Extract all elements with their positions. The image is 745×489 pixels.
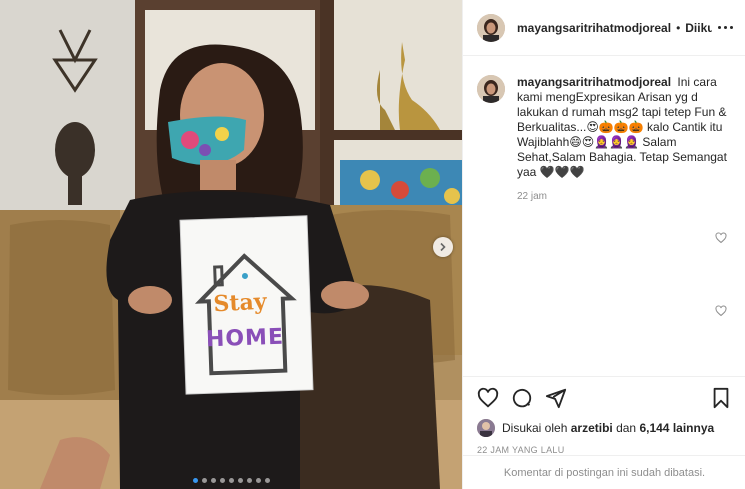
carousel-dot (210, 478, 216, 483)
bookmark-icon[interactable] (710, 387, 732, 409)
comments-section: mayangsaritrihatmodjoreal Ini cara kami … (463, 57, 745, 375)
likes-count[interactable]: 6,144 lainnya (639, 421, 714, 435)
caption: mayangsaritrihatmodjoreal Ini cara kami … (477, 75, 732, 204)
liker-avatar[interactable] (477, 419, 495, 437)
sign-word-home: HOME (205, 324, 285, 353)
carousel-dot (246, 478, 252, 483)
liker-username[interactable]: arzetibi (571, 421, 613, 435)
caption-text: Ini cara kami mengExpresikan Arisan yg d… (517, 75, 727, 179)
sign-word-stay: Stay (212, 288, 268, 318)
post-header: mayangsaritrihatmodjoreal • Diikuti (463, 0, 745, 56)
next-image-button[interactable] (433, 237, 453, 257)
photo-scene (0, 0, 462, 489)
caption-avatar-image (477, 75, 505, 103)
post-date[interactable]: 22 JAM YANG LALU (477, 445, 732, 455)
caption-username[interactable]: mayangsaritrihatmodjoreal (517, 75, 671, 89)
more-options-icon[interactable] (712, 26, 733, 29)
separator-dot: • (676, 20, 681, 35)
heart-icon[interactable] (715, 305, 727, 317)
post-actions: Disukai oleh arzetibi dan 6,144 lainnya … (463, 376, 745, 455)
action-bar (477, 385, 732, 411)
avatar[interactable] (477, 13, 505, 42)
carousel-dot (255, 478, 261, 483)
follow-status-button[interactable]: Diikuti (685, 21, 712, 35)
likes-summary: Disukai oleh arzetibi dan 6,144 lainnya (477, 419, 732, 437)
caption-avatar[interactable] (477, 75, 505, 103)
carousel-dot (237, 478, 243, 483)
post-side-panel: mayangsaritrihatmodjoreal • Diikuti maya… (462, 0, 745, 489)
heart-icon[interactable] (715, 232, 727, 244)
share-icon[interactable] (545, 387, 567, 409)
avatar-image (477, 13, 505, 42)
carousel-dot (264, 478, 270, 483)
chevron-right-icon (440, 242, 446, 252)
carousel-dot (219, 478, 225, 483)
likes-connector: dan (616, 421, 637, 435)
likes-prefix: Disukai oleh (502, 421, 568, 435)
caption-timestamp[interactable]: 22 jam (517, 189, 727, 204)
carousel-indicator (0, 478, 462, 483)
carousel-dot (201, 478, 207, 483)
comment-icon[interactable] (511, 387, 533, 409)
liker-avatar-image (477, 419, 495, 437)
post-author-username[interactable]: mayangsaritrihatmodjoreal (517, 21, 671, 35)
comments-disabled-notice: Komentar di postingan ini sudah dibatasi… (463, 455, 745, 489)
carousel-dot (192, 478, 198, 483)
heart-icon[interactable] (477, 387, 499, 409)
post-photo[interactable]: Stay HOME (0, 0, 462, 489)
carousel-dot (228, 478, 234, 483)
